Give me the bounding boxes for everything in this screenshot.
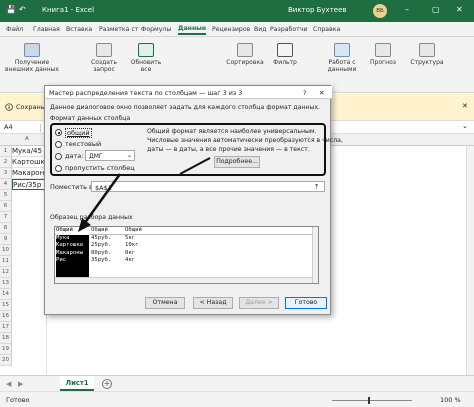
arrow-line [179, 157, 211, 175]
annotation-arrow [78, 157, 211, 232]
arrow-line [82, 173, 122, 225]
arrow-head [78, 218, 91, 232]
